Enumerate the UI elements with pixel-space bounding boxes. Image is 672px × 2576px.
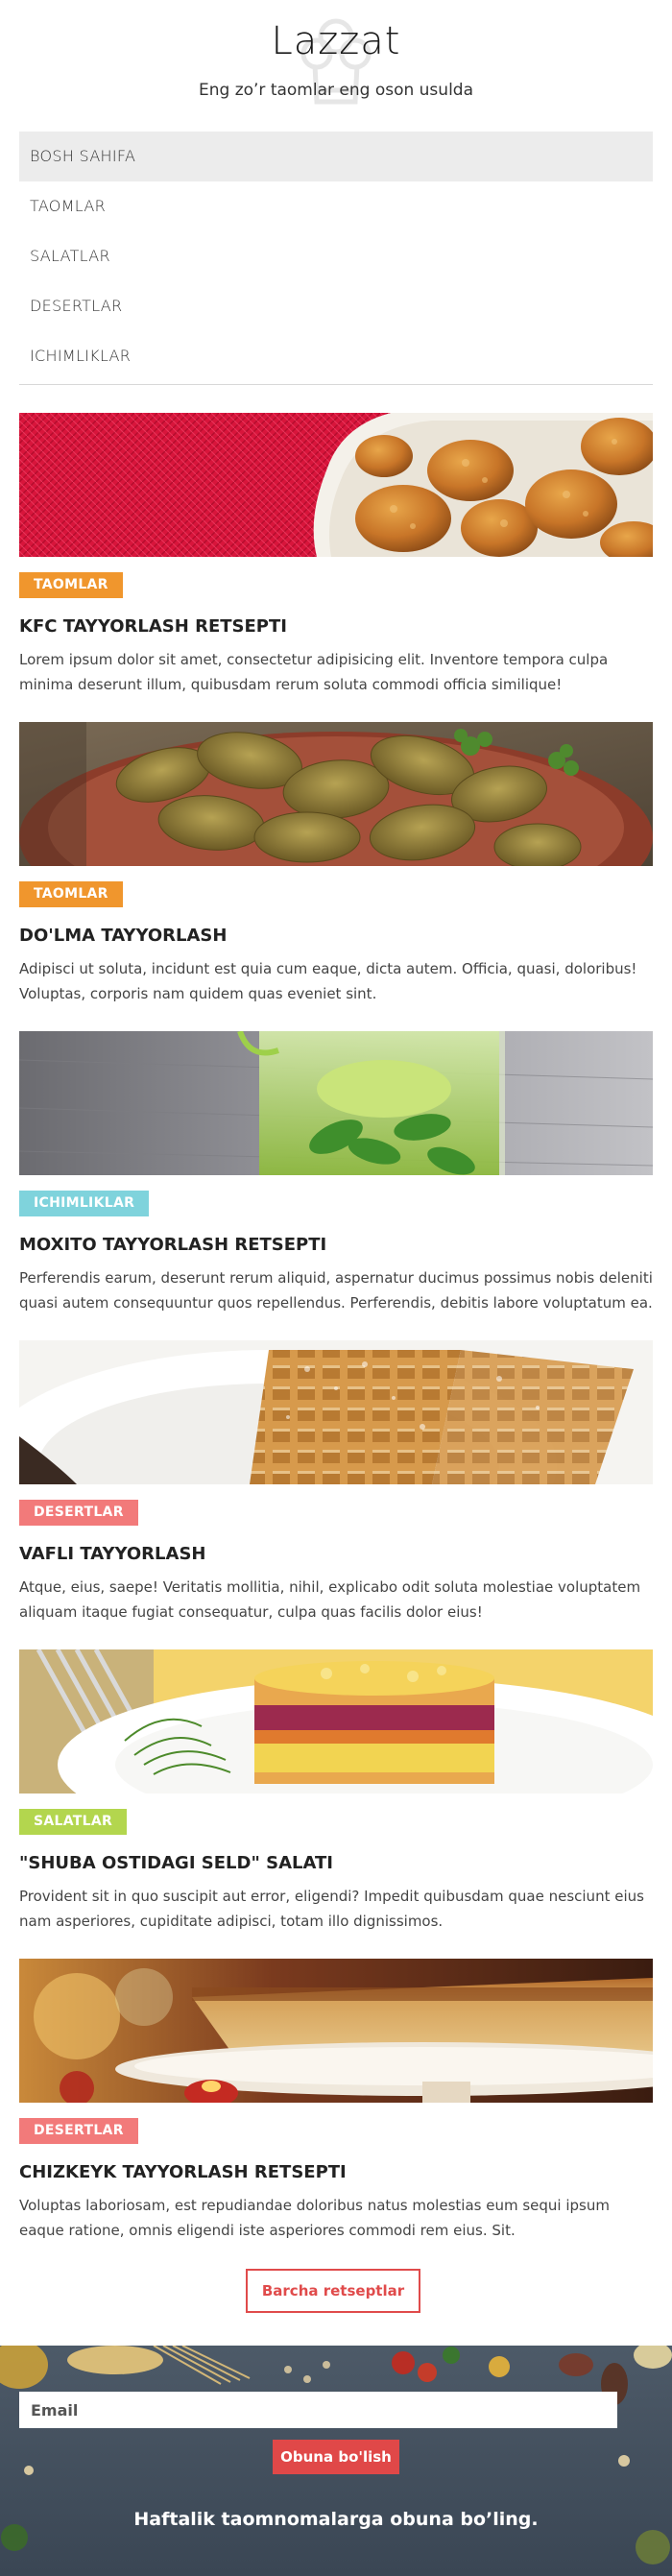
- post-excerpt: Lorem ipsum dolor sit amet, consectetur …: [19, 651, 609, 693]
- nav-divider: [19, 384, 653, 385]
- category-badge[interactable]: SALATLAR: [19, 1809, 128, 1835]
- site-header: Lazzat Eng zo’r taomlar eng oson usulda: [0, 0, 672, 125]
- post-title[interactable]: VAFLI TAYYORLASH: [19, 1544, 653, 1564]
- post-title[interactable]: KFC TAYYORLASH RETSEPTI: [19, 616, 653, 637]
- category-badge[interactable]: TAOMLAR: [19, 881, 123, 907]
- post-image-dolma[interactable]: [19, 722, 653, 866]
- post-excerpt: Perferendis earum, deserunt rerum aliqui…: [19, 1269, 653, 1312]
- nav-item-taomlar[interactable]: TAOMLAR: [19, 181, 653, 231]
- post-excerpt: Voluptas laboriosam, est repudiandae dol…: [19, 2197, 610, 2239]
- post-title[interactable]: MOXITO TAYYORLASH RETSEPTI: [19, 1235, 653, 1255]
- post-title[interactable]: CHIZKEYK TAYYORLASH RETSEPTI: [19, 2162, 653, 2182]
- nav-item-desertlar[interactable]: DESERTLAR: [19, 281, 653, 331]
- post-excerpt: Provident sit in quo suscipit aut error,…: [19, 1888, 644, 1930]
- subscribe-button[interactable]: Obuna bo'lish: [273, 2440, 399, 2474]
- post-excerpt: Atque, eius, saepe! Veritatis mollitia, …: [19, 1578, 641, 1621]
- nav-item-bosh-sahifa[interactable]: BOSH SAHIFA: [19, 132, 653, 181]
- post-card: DESERTLAR CHIZKEYK TAYYORLASH RETSEPTI V…: [19, 1959, 653, 2239]
- email-input[interactable]: [19, 2392, 617, 2428]
- all-recipes-button[interactable]: Barcha retseptlar: [246, 2269, 420, 2313]
- post-card: TAOMLAR DO'LMA TAYYORLASH Adipisci ut so…: [19, 722, 653, 1002]
- post-title[interactable]: "SHUBA OSTIDAGI SELD" SALATI: [19, 1853, 653, 1873]
- subscribe-text: Haftalik taomnomalarga obuna bo’ling.: [133, 2509, 539, 2530]
- post-excerpt: Adipisci ut soluta, incidunt est quia cu…: [19, 960, 637, 1002]
- post-image-fried-chicken[interactable]: [19, 413, 653, 557]
- post-card: TAOMLAR KFC TAYYORLASH RETSEPTI Lorem ip…: [19, 413, 653, 693]
- post-image-shuba-salad[interactable]: [19, 1649, 653, 1794]
- post-image-waffle[interactable]: [19, 1340, 653, 1484]
- nav-item-salatlar[interactable]: SALATLAR: [19, 231, 653, 281]
- site-title[interactable]: Lazzat: [0, 19, 672, 63]
- post-image-mojito[interactable]: [19, 1031, 653, 1175]
- category-badge[interactable]: DESERTLAR: [19, 2118, 138, 2144]
- post-card: SALATLAR "SHUBA OSTIDAGI SELD" SALATI Pr…: [19, 1649, 653, 1930]
- main-nav: BOSH SAHIFA TAOMLAR SALATLAR DESERTLAR I…: [19, 132, 653, 381]
- category-badge[interactable]: ICHIMLIKLAR: [19, 1191, 150, 1216]
- category-badge[interactable]: DESERTLAR: [19, 1500, 138, 1526]
- post-card: DESERTLAR VAFLI TAYYORLASH Atque, eius, …: [19, 1340, 653, 1621]
- post-title[interactable]: DO'LMA TAYYORLASH: [19, 926, 653, 946]
- subscribe-footer: Obuna bo'lish Haftalik taomnomalarga obu…: [0, 2346, 672, 2576]
- post-image-cheesecake[interactable]: [19, 1959, 653, 2103]
- nav-item-ichimliklar[interactable]: ICHIMLIKLAR: [19, 331, 653, 381]
- post-card: ICHIMLIKLAR MOXITO TAYYORLASH RETSEPTI P…: [19, 1031, 653, 1312]
- site-tagline: Eng zo’r taomlar eng oson usulda: [198, 81, 473, 100]
- category-badge[interactable]: TAOMLAR: [19, 572, 123, 598]
